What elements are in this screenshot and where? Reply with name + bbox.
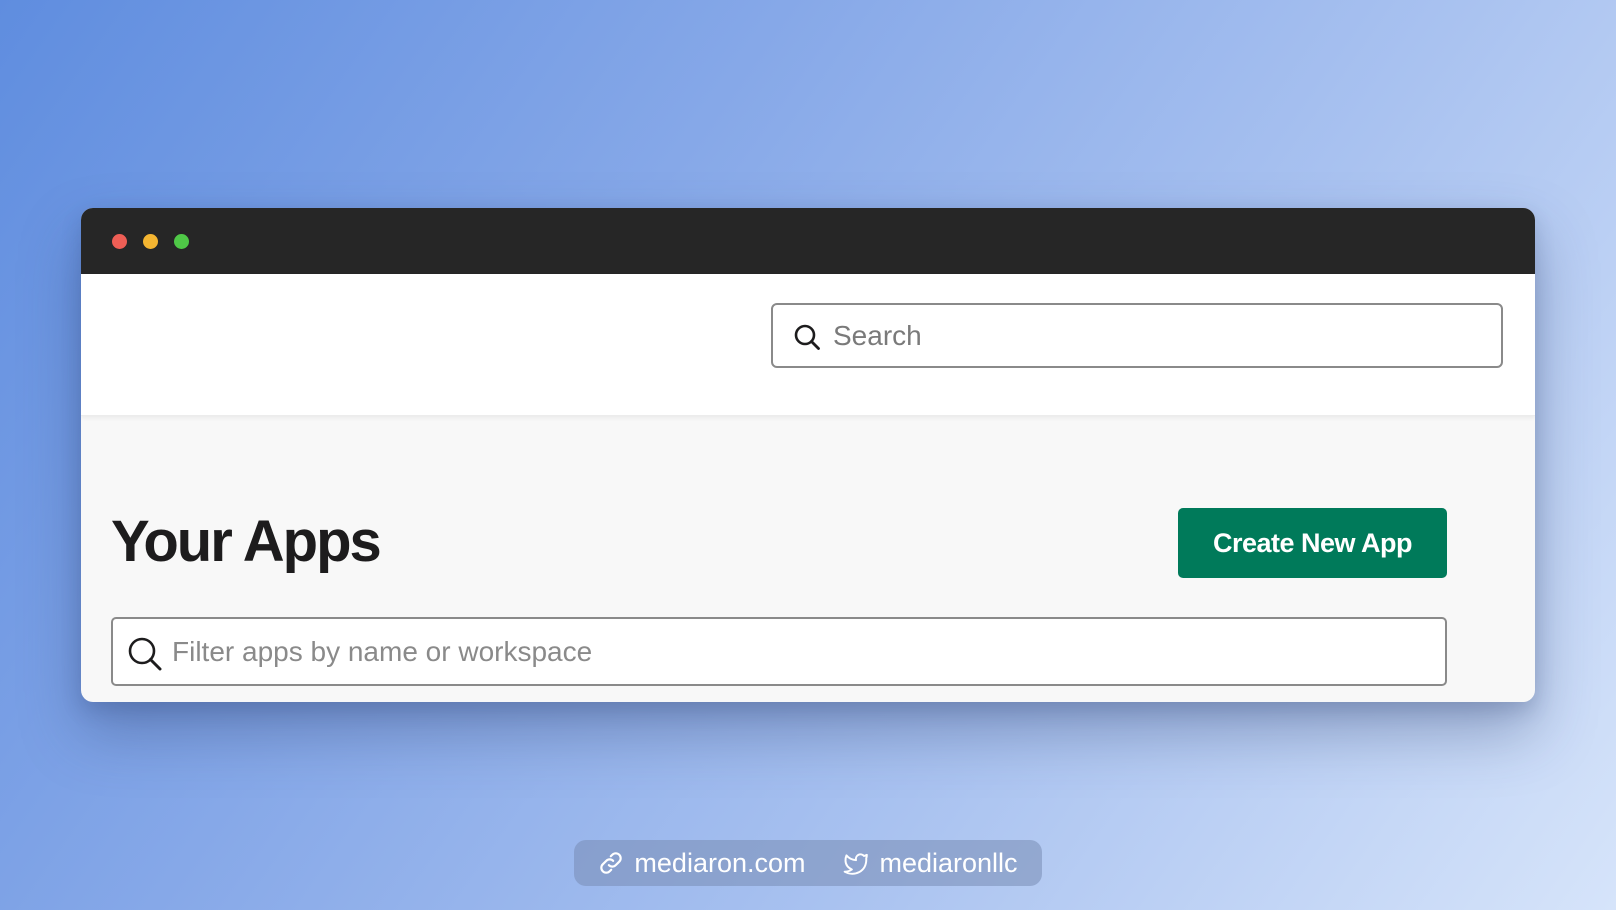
- maximize-window-button[interactable]: [174, 234, 189, 249]
- create-new-app-button[interactable]: Create New App: [1178, 508, 1447, 578]
- website-credit[interactable]: mediaron.com: [598, 847, 806, 879]
- close-window-button[interactable]: [112, 234, 127, 249]
- search-icon: [128, 637, 162, 671]
- footer-credits: mediaron.com mediaronllc: [574, 840, 1042, 886]
- twitter-bird-icon: [843, 853, 868, 875]
- twitter-label: mediaronllc: [879, 847, 1018, 878]
- page-title: Your Apps: [111, 509, 382, 574]
- minimize-window-button[interactable]: [143, 234, 158, 249]
- twitter-credit[interactable]: mediaronllc: [842, 848, 1018, 879]
- filter-apps-box[interactable]: [111, 617, 1447, 686]
- global-search-box[interactable]: [771, 303, 1503, 368]
- search-icon: [794, 324, 820, 350]
- browser-window: Your Apps Create New App: [81, 208, 1535, 702]
- link-icon: [600, 852, 623, 874]
- filter-apps-input[interactable]: [172, 619, 1422, 684]
- top-header: [81, 274, 1535, 416]
- website-label: mediaron.com: [634, 847, 806, 878]
- window-titlebar: [81, 208, 1535, 274]
- page-background: { "colors": { "titlebar": "#262626", "cl…: [0, 0, 1616, 910]
- global-search-input[interactable]: [833, 305, 1473, 366]
